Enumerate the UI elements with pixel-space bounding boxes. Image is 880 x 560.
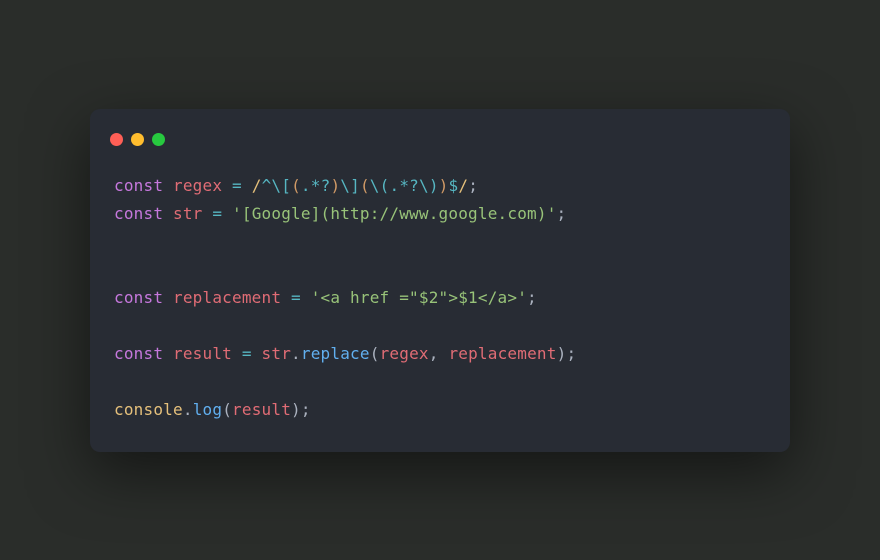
blank-line (114, 368, 766, 396)
operator-equals: = (242, 344, 252, 363)
blank-line (114, 228, 766, 256)
code-line-2: const str = '[Google](http://www.google.… (114, 200, 766, 228)
maximize-icon[interactable] (152, 133, 165, 146)
blank-line (114, 256, 766, 284)
code-line-5: console.log(result); (114, 396, 766, 424)
keyword-const: const (114, 288, 163, 307)
window-titlebar (90, 129, 790, 164)
keyword-const: const (114, 344, 163, 363)
arg-replacement: replacement (448, 344, 556, 363)
minimize-icon[interactable] (131, 133, 144, 146)
code-line-3: const replacement = '<a href ="$2">$1</a… (114, 284, 766, 312)
keyword-const: const (114, 176, 163, 195)
operator-equals: = (232, 176, 242, 195)
string-literal: '[Google](http://www.google.com)' (232, 204, 556, 223)
identifier-str: str (173, 204, 203, 223)
operator-equals: = (291, 288, 301, 307)
identifier-regex: regex (173, 176, 222, 195)
identifier-replacement: replacement (173, 288, 281, 307)
string-literal: '<a href ="$2">$1</a>' (311, 288, 527, 307)
code-line-1: const regex = /^\[(.*?)\](\(.*?\))$/; (114, 172, 766, 200)
method-replace: replace (301, 344, 370, 363)
code-window: const regex = /^\[(.*?)\](\(.*?\))$/; co… (90, 109, 790, 452)
code-block: const regex = /^\[(.*?)\](\(.*?\))$/; co… (90, 164, 790, 424)
arg-result: result (232, 400, 291, 419)
arg-regex: regex (380, 344, 429, 363)
close-icon[interactable] (110, 133, 123, 146)
code-line-4: const result = str.replace(regex, replac… (114, 340, 766, 368)
identifier-result: result (173, 344, 232, 363)
blank-line (114, 312, 766, 340)
identifier-str: str (262, 344, 292, 363)
keyword-const: const (114, 204, 163, 223)
identifier-console: console (114, 400, 183, 419)
regex-delim: / (252, 176, 262, 195)
operator-equals: = (212, 204, 222, 223)
method-log: log (193, 400, 223, 419)
